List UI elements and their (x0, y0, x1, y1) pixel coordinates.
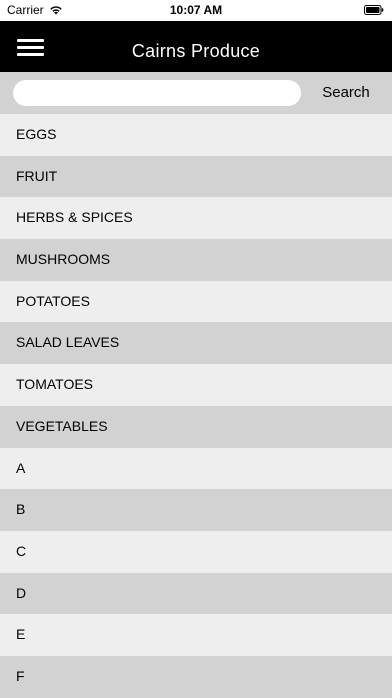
status-time: 10:07 AM (169, 3, 223, 17)
category-row[interactable]: B (0, 489, 392, 531)
status-bar: Carrier 10:07 AM (0, 0, 392, 20)
navigation-bar: Cairns Produce (0, 20, 392, 72)
category-row[interactable]: TOMATOES (0, 364, 392, 406)
search-button[interactable]: Search (310, 82, 382, 104)
category-row[interactable]: POTATOES (0, 280, 392, 323)
page-title: Cairns Produce (131, 41, 261, 61)
search-bar: Search (0, 72, 392, 114)
category-row[interactable]: EGGS (0, 114, 392, 156)
battery-icon (364, 5, 384, 15)
category-row[interactable]: D (0, 572, 392, 615)
category-row[interactable]: HERBS & SPICES (0, 197, 392, 240)
category-row[interactable]: C (0, 530, 392, 573)
category-row[interactable]: SALAD LEAVES (0, 322, 392, 365)
search-input[interactable] (13, 80, 301, 106)
category-list: EGGS FRUIT HERBS & SPICES MUSHROOMS POTATOES… (0, 114, 392, 698)
category-row[interactable]: F (0, 655, 392, 698)
category-row[interactable]: A (0, 447, 392, 490)
category-row[interactable]: E (0, 614, 392, 656)
category-row[interactable]: FRUIT (0, 155, 392, 198)
category-row[interactable]: VEGETABLES (0, 405, 392, 448)
category-row[interactable]: MUSHROOMS (0, 239, 392, 281)
